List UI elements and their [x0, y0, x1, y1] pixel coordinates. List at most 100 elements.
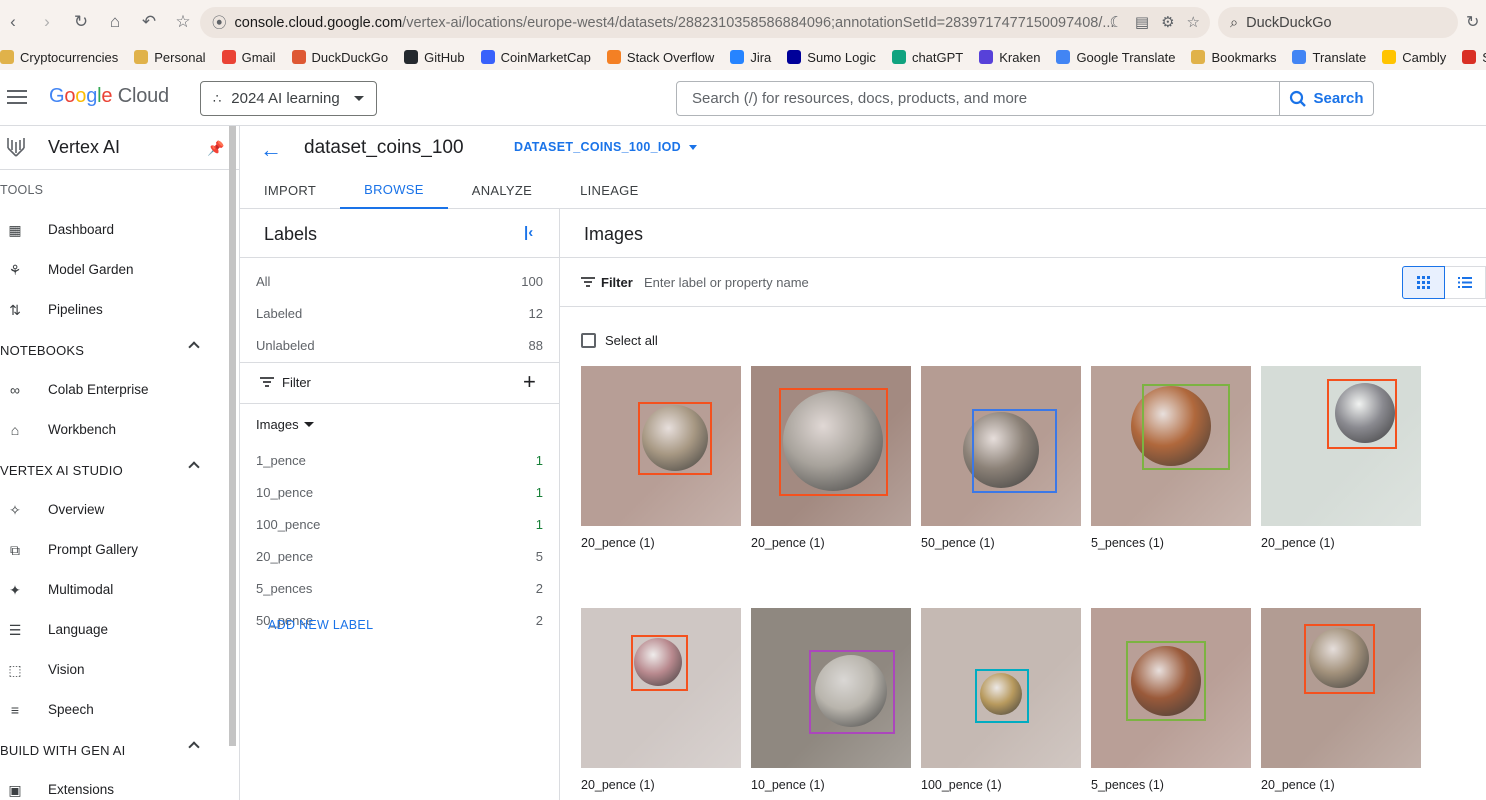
list-view-button[interactable]: [1445, 266, 1486, 299]
image-tile[interactable]: 20_pence (1): [1261, 608, 1421, 792]
coin-image[interactable]: [581, 366, 741, 526]
bookmark-item[interactable]: Google Translate: [1056, 50, 1175, 65]
bookmark-item[interactable]: Bookmarks: [1191, 50, 1276, 65]
google-cloud-logo[interactable]: Google Cloud: [49, 85, 169, 108]
images-dropdown[interactable]: Images: [240, 404, 559, 444]
sidebar-item-extensions[interactable]: ▣ Extensions: [0, 770, 239, 800]
coin-image[interactable]: [581, 608, 741, 768]
image-tile[interactable]: 5_pences (1): [1091, 366, 1251, 550]
grid-view-button[interactable]: [1402, 266, 1445, 299]
coin-image[interactable]: [921, 366, 1081, 526]
reload-icon[interactable]: ↻: [68, 9, 94, 35]
sidebar-item-pipelines[interactable]: ⇅ Pipelines: [0, 290, 239, 330]
bookmark-item[interactable]: chatGPT: [891, 50, 963, 65]
labels-panel: Labels |‹ All 100 Labeled 12 Unlabeled 88 Fil…: [240, 209, 560, 800]
back-arrow-icon[interactable]: ←: [260, 137, 282, 163]
nav-section-header[interactable]: VERTEX AI STUDIO: [0, 450, 239, 490]
count-row-labeled[interactable]: Labeled 12: [240, 298, 559, 330]
chevron-up-icon[interactable]: [188, 741, 200, 753]
coin-image[interactable]: [751, 366, 911, 526]
favorite-icon[interactable]: ☆: [1187, 13, 1200, 31]
bookmark-item[interactable]: Cryptocurrencies: [0, 50, 118, 65]
bookmark-item[interactable]: GitHub: [404, 50, 465, 65]
tab-browse[interactable]: BROWSE: [340, 172, 448, 209]
bookmark-item[interactable]: CoinMarketCap: [480, 50, 591, 65]
annotation-set-selector[interactable]: DATASET_COINS_100_IOD: [514, 140, 697, 154]
bookmark-item[interactable]: Translate: [1292, 50, 1366, 65]
count-row-all[interactable]: All 100: [240, 266, 559, 298]
sidebar-item-prompt-gallery[interactable]: ⧉ Prompt Gallery: [0, 530, 239, 570]
labels-filter[interactable]: Filter +: [240, 363, 559, 404]
sidebar-item-overview[interactable]: ✧ Overview: [0, 490, 239, 530]
bookmark-item[interactable]: Kraken: [979, 50, 1040, 65]
bookmark-item[interactable]: Personal: [134, 50, 206, 65]
sidebar-item-colab-enterprise[interactable]: ∞ Colab Enterprise: [0, 370, 239, 410]
back-icon[interactable]: ‹: [0, 9, 26, 35]
coin-image[interactable]: [1091, 366, 1251, 526]
bookmark-item[interactable]: Stack Overflow: [606, 50, 714, 65]
search-input[interactable]: [677, 82, 1279, 115]
pin-icon[interactable]: 📌: [207, 140, 224, 157]
sidebar-item-vision[interactable]: ⬚ Vision: [0, 650, 239, 690]
site-info-icon[interactable]: ⦿: [212, 12, 227, 33]
home-icon[interactable]: ⌂: [102, 9, 128, 35]
image-tile[interactable]: 20_pence (1): [751, 366, 911, 550]
add-icon[interactable]: +: [523, 369, 536, 395]
coin-image[interactable]: [1261, 608, 1421, 768]
label-row-5_pences[interactable]: 5_pences 2: [240, 572, 559, 604]
sidebar-scrollbar[interactable]: [229, 126, 236, 746]
search-engine-box[interactable]: ⌕ DuckDuckGo: [1218, 7, 1458, 38]
coin-image[interactable]: [1091, 608, 1251, 768]
sidebar-item-workbench[interactable]: ⌂ Workbench: [0, 410, 239, 450]
image-tile[interactable]: 20_pence (1): [1261, 366, 1421, 550]
tab-lineage[interactable]: LINEAGE: [556, 172, 662, 209]
add-new-label-button[interactable]: ADD NEW LABEL: [268, 618, 373, 632]
image-tile[interactable]: 5_pences (1): [1091, 608, 1251, 792]
extensions-icon[interactable]: ⚙: [1161, 13, 1174, 31]
star-icon[interactable]: ☆: [170, 9, 196, 35]
bookmark-item[interactable]: Gmail: [221, 50, 276, 65]
nav-section-header[interactable]: BUILD WITH GEN AI: [0, 730, 239, 770]
image-tile[interactable]: 20_pence (1): [581, 366, 741, 550]
bookmark-item[interactable]: Sumo Logic: [787, 50, 876, 65]
nav-section-header[interactable]: NOTEBOOKS: [0, 330, 239, 370]
label-row-10_pence[interactable]: 10_pence 1: [240, 476, 559, 508]
images-filter-input[interactable]: Enter label or property name: [644, 275, 809, 290]
chevron-up-icon[interactable]: [188, 341, 200, 353]
tab-analyze[interactable]: ANALYZE: [448, 172, 556, 209]
sidebar-item-language[interactable]: ☰ Language: [0, 610, 239, 650]
sidebar-item-dashboard[interactable]: ▦ Dashboard: [0, 210, 239, 250]
sidebar-item-multimodal[interactable]: ✦ Multimodal: [0, 570, 239, 610]
image-tile[interactable]: 10_pence (1): [751, 608, 911, 792]
bookmark-item[interactable]: Cambly: [1382, 50, 1446, 65]
bookmark-item[interactable]: SwapSw: [1462, 50, 1486, 65]
image-tile[interactable]: 100_pence (1): [921, 608, 1081, 792]
collapse-panel-icon[interactable]: |‹: [524, 224, 533, 241]
count-row-unlabeled[interactable]: Unlabeled 88: [240, 330, 559, 362]
chevron-up-icon[interactable]: [188, 461, 200, 473]
image-tile[interactable]: 50_pence (1): [921, 366, 1081, 550]
bookmark-item[interactable]: DuckDuckGo: [291, 50, 388, 65]
coin-image[interactable]: [751, 608, 911, 768]
sidebar-item-speech[interactable]: ≡ Speech: [0, 690, 239, 730]
menu-icon[interactable]: [7, 90, 27, 104]
select-all[interactable]: Select all: [581, 333, 658, 348]
sidebar-item-model-garden[interactable]: ⚘ Model Garden: [0, 250, 239, 290]
label-row-20_pence[interactable]: 20_pence 5: [240, 540, 559, 572]
select-all-checkbox[interactable]: [581, 333, 596, 348]
project-picker[interactable]: ∴ 2024 AI learning: [200, 81, 377, 116]
search-button[interactable]: Search: [1279, 82, 1373, 115]
tab-import[interactable]: IMPORT: [240, 172, 340, 209]
address-bar[interactable]: ⦿ console.cloud.google.com /vertex-ai/lo…: [200, 7, 1210, 38]
forward-icon[interactable]: ›: [34, 9, 60, 35]
undo-icon[interactable]: ↶: [136, 9, 162, 35]
coin-image[interactable]: [921, 608, 1081, 768]
coin-image[interactable]: [1261, 366, 1421, 526]
browser-toolbar: ‹ › ↻ ⌂ ↶ ☆ ⦿ console.cloud.google.com /…: [0, 0, 1486, 44]
bookmark-item[interactable]: Jira: [730, 50, 771, 65]
read-aloud-icon[interactable]: ☾: [1109, 13, 1122, 31]
label-row-1_pence[interactable]: 1_pence 1: [240, 444, 559, 476]
image-tile[interactable]: 20_pence (1): [581, 608, 741, 792]
reader-mode-icon[interactable]: ▤: [1135, 13, 1149, 31]
label-row-100_pence[interactable]: 100_pence 1: [240, 508, 559, 540]
